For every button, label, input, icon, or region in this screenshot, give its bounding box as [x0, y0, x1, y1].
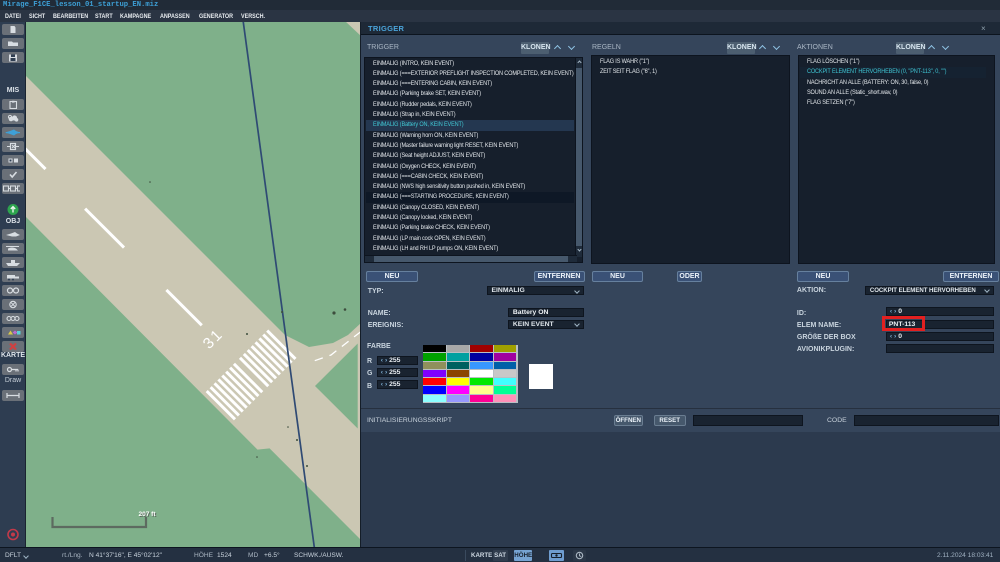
svg-text:207 ft: 207 ft [139, 511, 157, 518]
